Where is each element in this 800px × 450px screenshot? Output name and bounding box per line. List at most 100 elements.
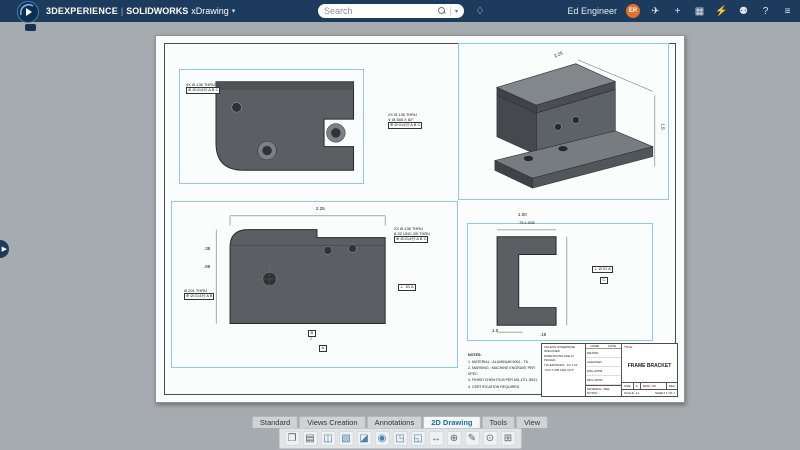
perpendicularity-callout[interactable]: ⊥ .01 A <box>398 284 416 291</box>
view-wizard-icon[interactable]: ▤ <box>302 431 318 446</box>
feature-control-frame: ⊕ Ø.014Ⓜ A B C <box>394 236 429 243</box>
share-icon[interactable]: ✈ <box>649 6 662 17</box>
note-line: 4. CERTIFICATION REQUIRED <box>468 384 520 389</box>
app-breadcrumb[interactable]: 3DEXPERIENCE | SOLIDWORKS xDrawing ▾ <box>46 0 235 22</box>
compass-panel-toggle-icon[interactable]: ▶ <box>0 240 9 258</box>
brand-solidworks: SOLIDWORKS <box>126 6 189 16</box>
dimension-label[interactable]: 2.25 <box>316 206 325 211</box>
hole-callout[interactable]: 4X Ø.136 THRU ⊕ Ø.014Ⓜ A B C <box>186 82 221 94</box>
spec-line: .XXX ±.005 ANG ±0.5° <box>544 368 575 372</box>
search-chevron-icon[interactable]: ▾ <box>455 8 458 15</box>
3dexperience-logo-icon[interactable] <box>17 1 39 23</box>
note-line: 1. MATERIAL : ALUMINUM 6061 - T6 <box>468 359 528 364</box>
note-line: 3. FINISH CHEM FILM PER MIL-DTL-5541 <box>468 378 538 383</box>
datum-flag[interactable]: C <box>600 277 608 284</box>
tab-standard[interactable]: Standard <box>251 416 299 428</box>
approval-row: DRAWN <box>586 349 621 358</box>
balloon-icon[interactable]: ⊙ <box>482 431 498 446</box>
title-block-approvals: NAME DATE DRAWN CHECKED ENG APPR. MFG AP… <box>586 344 622 396</box>
dimension-icon[interactable]: ↔ <box>428 431 444 446</box>
search-icon[interactable] <box>437 7 446 15</box>
approval-row: CHECKED <box>586 358 621 367</box>
hole-callout[interactable]: 2X Ø.136 THRU 8-32 UNC-2B THRU ⊕ Ø.014Ⓜ … <box>394 226 430 243</box>
feature-control-frame: ⊥ .01 A <box>398 284 416 291</box>
title-block-title-area: TITLE: FRAME BRACKET SIZE A DWG. NO. REV… <box>622 344 677 396</box>
note-icon[interactable]: ✎ <box>464 431 480 446</box>
search-input[interactable]: Search ▾ <box>318 4 464 18</box>
datum-label: C <box>600 277 608 284</box>
sheet-number-text: SHEET 1 OF 1 <box>655 391 675 395</box>
dimension-label[interactable]: .38 <box>204 246 210 251</box>
detail-view-icon[interactable]: ◉ <box>374 431 390 446</box>
apps-grid-icon[interactable]: ▦ <box>693 6 706 17</box>
user-name[interactable]: Ed Engineer <box>567 6 617 16</box>
datum-flag[interactable]: B <box>308 330 316 337</box>
feature-control-frame: ⊕ Ø.014Ⓜ A B C <box>186 87 221 94</box>
tag-icon[interactable]: ♢ <box>472 4 488 18</box>
dimension-label[interactable]: .75 ±.005 <box>518 220 535 225</box>
standard-views-icon[interactable]: ◫ <box>320 431 336 446</box>
part-name: FRAME BRACKET <box>627 363 672 369</box>
top-bar: 3DEXPERIENCE | SOLIDWORKS xDrawing ▾ Sea… <box>0 0 800 22</box>
approval-row: MFG APPR. <box>586 376 621 385</box>
projected-view-icon[interactable]: ▧ <box>338 431 354 446</box>
tab-annotations[interactable]: Annotations <box>366 416 423 428</box>
table-icon[interactable]: ⊞ <box>500 431 516 446</box>
feature-control-frame: ⊕ Ø.014Ⓜ A B <box>184 293 215 300</box>
dimension-label[interactable]: 1.5 <box>661 123 666 129</box>
logo-version-badge <box>25 24 36 31</box>
date-header: DATE <box>608 344 617 348</box>
tab-views-creation[interactable]: Views Creation <box>299 416 366 428</box>
notes-title: NOTES: <box>468 353 482 357</box>
drawing-view-side[interactable] <box>467 223 653 341</box>
spec-line: TOLERANCES: .XX ±.01 <box>544 363 578 367</box>
hole-callout[interactable]: Ø.201 THRU ⊕ Ø.014Ⓜ A B <box>184 288 215 300</box>
bottom-dock: Standard Views Creation Annotations 2D D… <box>251 416 549 449</box>
drawing-notes[interactable]: NOTES: 1. MATERIAL : ALUMINUM 6061 - T6 … <box>468 353 542 391</box>
menu-icon[interactable]: ≡ <box>781 6 794 17</box>
new-sheet-icon[interactable]: ❐ <box>284 431 300 446</box>
chevron-down-icon[interactable]: ▾ <box>232 7 236 15</box>
title-block[interactable]: UNLESS OTHERWISE SPECIFIED DIMENSIONS AR… <box>541 343 678 397</box>
drawing-toolbar: ❐ ▤ ◫ ▧ ◪ ◉ ◳ ◱ ↔ ⊕ ✎ ⊙ ⊞ <box>278 428 522 449</box>
brand-divider: | <box>120 6 124 16</box>
section-view-icon[interactable]: ◪ <box>356 431 372 446</box>
dimension-label[interactable]: .88 <box>204 264 210 269</box>
dimension-label[interactable]: 1.0 <box>492 328 498 333</box>
note-line: 2. MARKING : MACHINE ENGRAVE PER SPEC <box>468 366 536 376</box>
title-block-tolerances: UNLESS OTHERWISE SPECIFIED DIMENSIONS AR… <box>542 344 586 396</box>
approval-row: ENG APPR. <box>586 367 621 376</box>
perpendicularity-callout[interactable]: ⊥ Ø.01 A <box>592 266 613 273</box>
spec-line: DIMENSIONS ARE IN INCHES <box>544 354 574 362</box>
geometric-tolerance-icon[interactable]: ⊕ <box>446 431 462 446</box>
spec-line: UNLESS OTHERWISE SPECIFIED <box>544 345 575 353</box>
scale-text: SCALE: 1:1 <box>624 391 640 395</box>
drawing-canvas[interactable]: ▶ 4X Ø.136 THRU ⊕ Ø.014Ⓜ A B C 2X Ø.136 … <box>0 22 800 450</box>
search-divider <box>449 6 451 16</box>
feature-control-frame: ⊥ Ø.01 A <box>592 266 613 273</box>
crop-view-icon[interactable]: ◳ <box>392 431 408 446</box>
hole-callout[interactable]: 2X Ø.136 THRU ∨ Ø.385 X 82° ⊕ Ø.014Ⓜ A B… <box>388 112 423 129</box>
ribbon-tabs: Standard Views Creation Annotations 2D D… <box>251 416 549 428</box>
community-icon[interactable]: ⚉ <box>737 6 750 17</box>
drawing-view-isometric[interactable] <box>458 43 669 200</box>
app-title-xdrawing: xDrawing <box>191 6 229 16</box>
break-view-icon[interactable]: ◱ <box>410 431 426 446</box>
brand-3dexperience: 3DEXPERIENCE <box>46 6 118 16</box>
help-icon[interactable]: ? <box>759 6 772 17</box>
tab-tools[interactable]: Tools <box>481 416 516 428</box>
tab-view[interactable]: View <box>516 416 549 428</box>
top-right-cluster: Ed Engineer ER ✈ + ▦ ⚡ ⚉ ? ≡ <box>567 0 794 22</box>
datum-flag[interactable]: A <box>319 345 327 352</box>
drawing-sheet[interactable]: 4X Ø.136 THRU ⊕ Ø.014Ⓜ A B C 2X Ø.136 TH… <box>155 35 685 403</box>
tab-2d-drawing[interactable]: 2D Drawing <box>423 416 481 428</box>
dimension-label[interactable]: .15 <box>540 332 546 337</box>
add-icon[interactable]: + <box>671 6 684 17</box>
avatar[interactable]: ER <box>626 4 640 18</box>
flash-icon[interactable]: ⚡ <box>715 6 728 17</box>
datum-label: A <box>319 345 327 352</box>
dimension-label[interactable]: 1.00 <box>518 212 527 217</box>
datum-label: B <box>308 330 316 337</box>
search-placeholder: Search <box>324 6 353 16</box>
name-header: NAME <box>590 344 600 348</box>
